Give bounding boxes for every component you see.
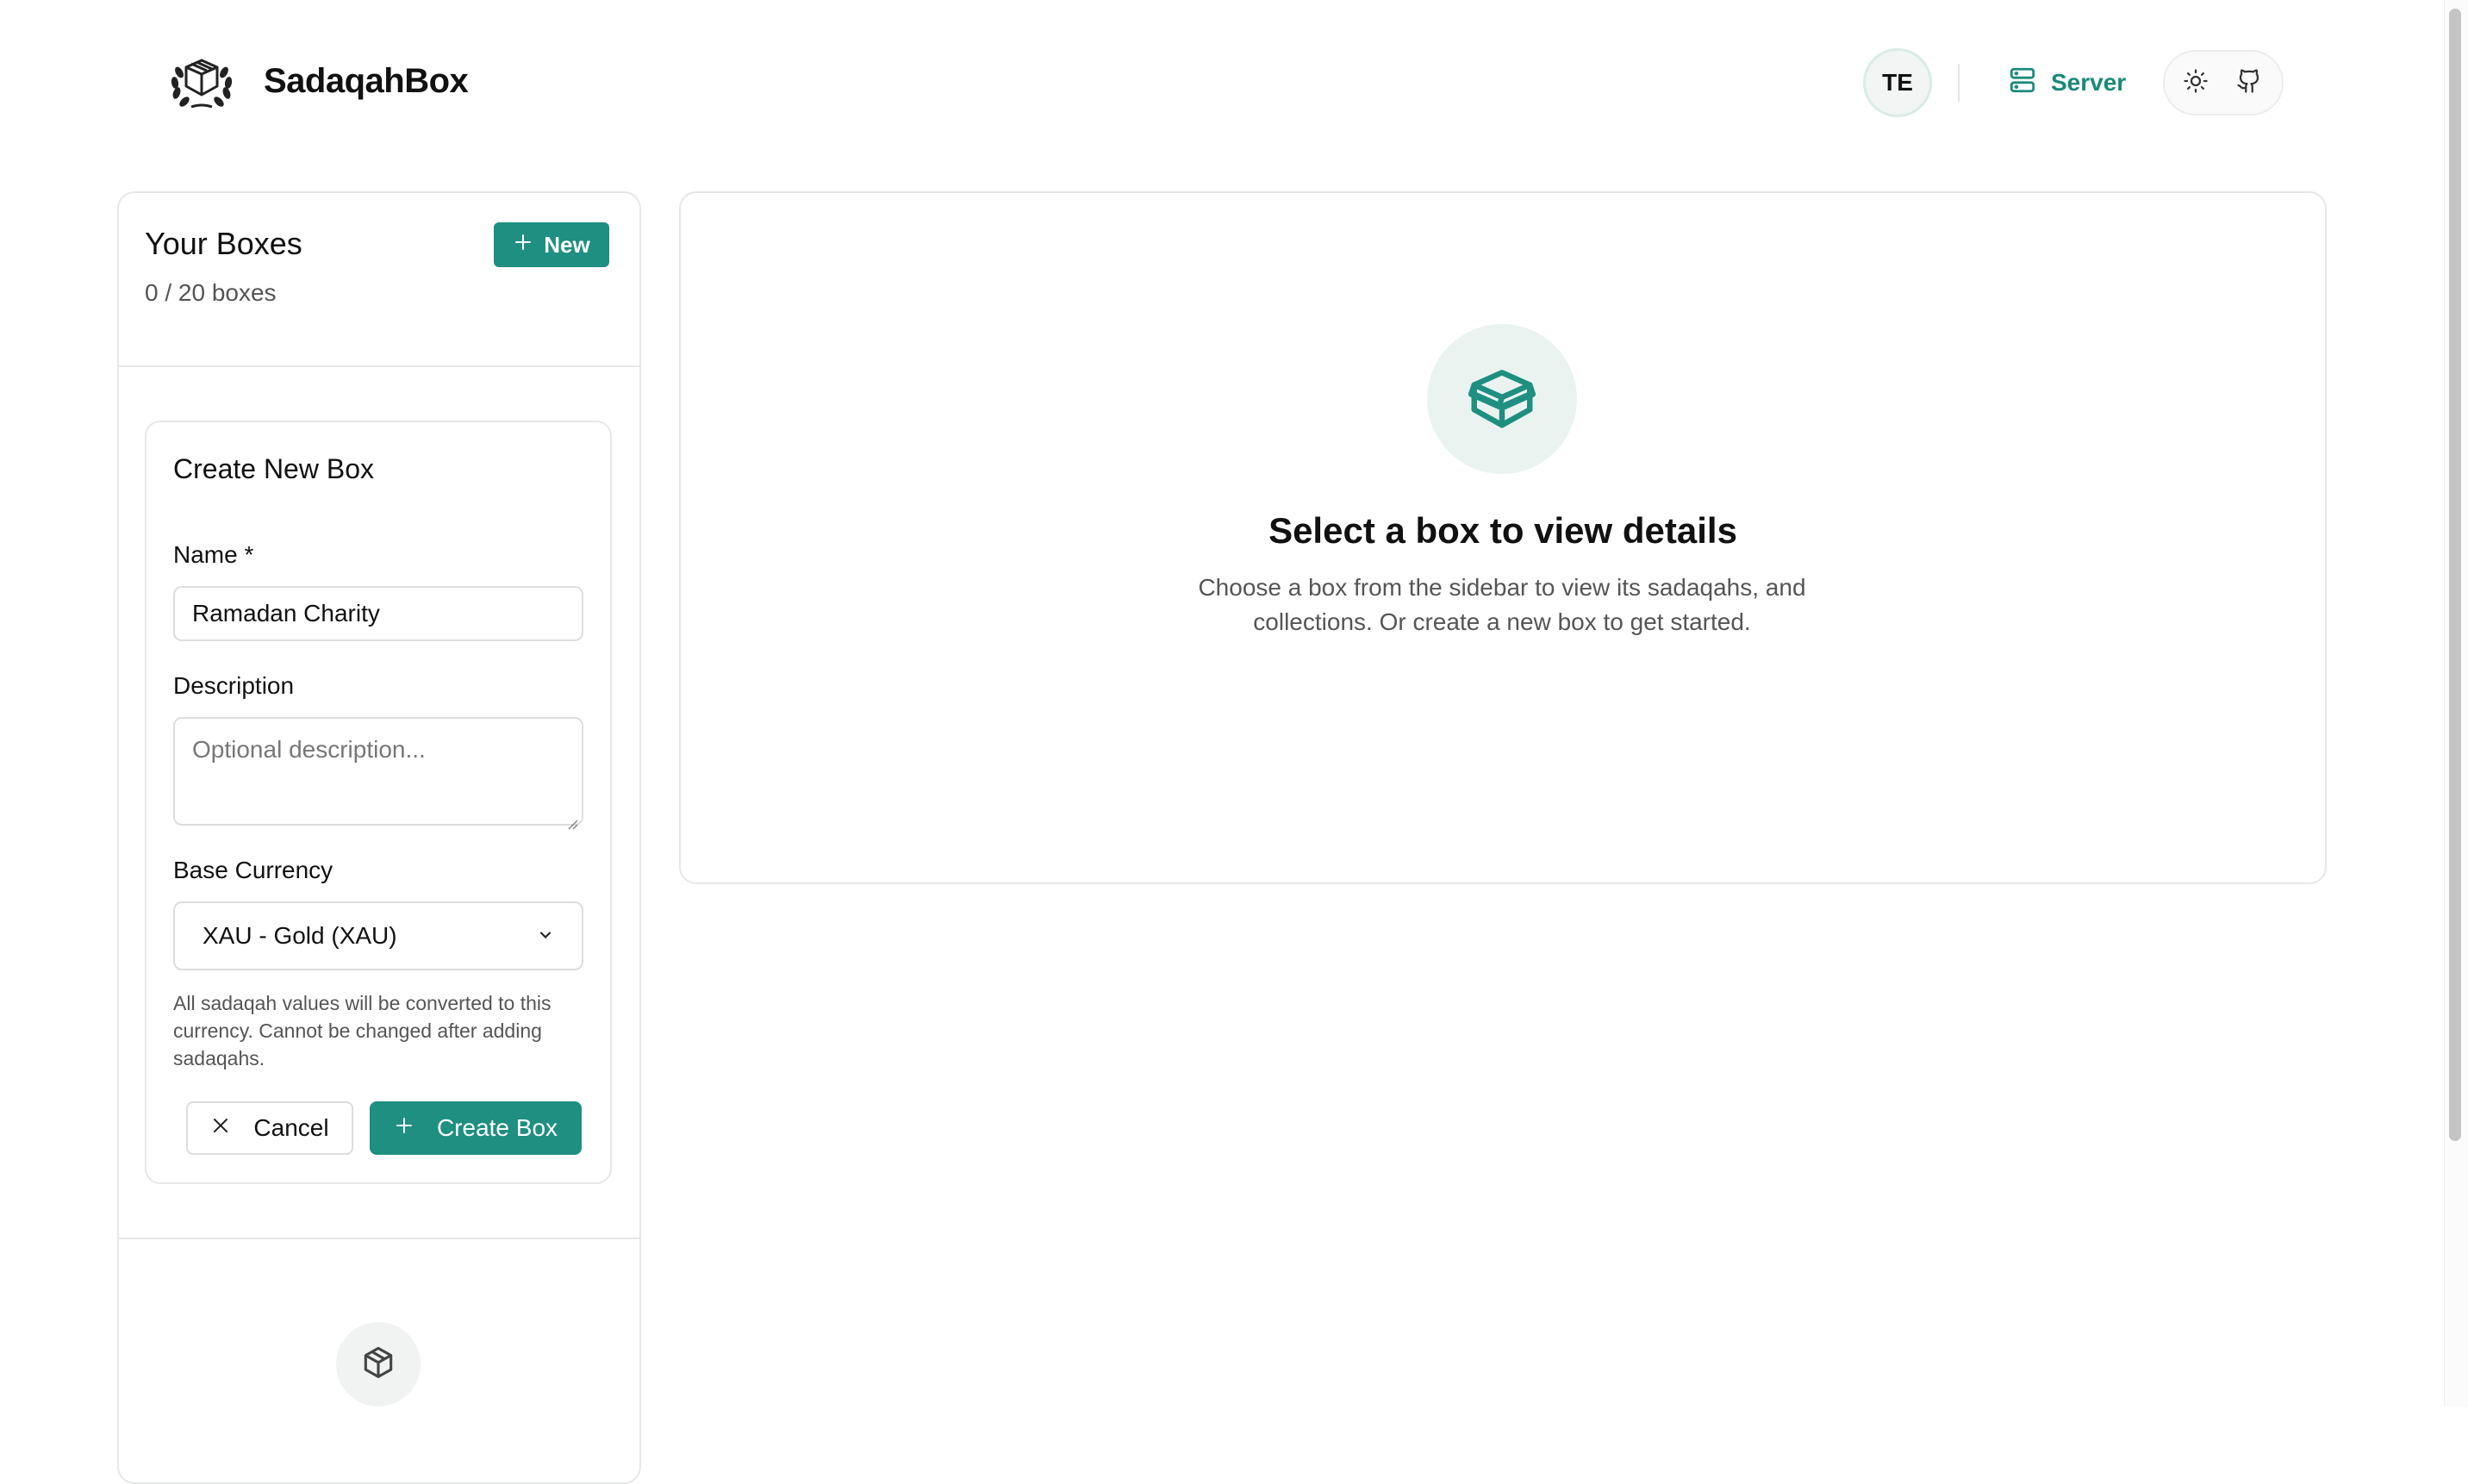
- cancel-label: Cancel: [253, 1114, 329, 1141]
- box-count: 0 / 20 boxes: [145, 279, 277, 306]
- currency-select[interactable]: XAU - Gold (XAU): [173, 901, 583, 970]
- empty-state-indicator: [1427, 324, 1577, 474]
- server-link[interactable]: Server: [2008, 65, 2126, 100]
- laurel-box-logo-icon: [165, 53, 238, 114]
- github-link[interactable]: [2232, 65, 2266, 100]
- user-avatar[interactable]: TE: [1863, 48, 1932, 117]
- currency-selected-value: XAU - Gold (XAU): [203, 922, 397, 949]
- sidebar-divider: [119, 1238, 639, 1239]
- scrollbar-thumb[interactable]: [2449, 9, 2461, 1141]
- description-placeholder: Optional description...: [192, 736, 426, 763]
- sidebar-divider: [119, 365, 639, 367]
- chevron-down-icon: [537, 922, 554, 950]
- sun-icon: [2183, 68, 2209, 98]
- empty-state-title: Select a box to view details: [1268, 510, 1737, 551]
- currency-label: Base Currency: [173, 857, 333, 883]
- currency-hint: All sadaqah values will be converted to …: [173, 992, 552, 1069]
- cancel-button[interactable]: Cancel: [186, 1101, 353, 1155]
- name-label: Name *: [173, 541, 254, 568]
- header-divider: [1958, 64, 1960, 102]
- name-input-value: Ramadan Charity: [192, 600, 380, 627]
- plus-icon: [394, 1114, 414, 1142]
- brand-name[interactable]: SadaqahBox: [264, 62, 469, 101]
- github-icon: [2236, 68, 2262, 98]
- server-label: Server: [2051, 69, 2127, 96]
- server-icon: [2008, 65, 2037, 101]
- create-box-label: Create Box: [436, 1114, 558, 1141]
- close-icon: [210, 1114, 231, 1142]
- theme-toggle-button[interactable]: [2178, 65, 2213, 100]
- name-input[interactable]: Ramadan Charity: [173, 586, 583, 641]
- empty-boxes-indicator: [336, 1322, 421, 1406]
- avatar-initials: TE: [1882, 69, 1913, 96]
- new-button-label: New: [544, 231, 590, 258]
- resize-handle-icon[interactable]: [566, 808, 578, 830]
- plus-icon: [513, 232, 533, 259]
- new-box-button[interactable]: New: [494, 222, 609, 267]
- box-icon: [1465, 360, 1539, 439]
- form-title: Create New Box: [173, 453, 374, 484]
- box-icon: [359, 1344, 397, 1386]
- sidebar-title: Your Boxes: [145, 226, 302, 261]
- empty-state-subtitle: Choose a box from the sidebar to view it…: [1198, 574, 1806, 635]
- create-box-button[interactable]: Create Box: [370, 1101, 582, 1155]
- description-textarea[interactable]: Optional description...: [173, 717, 583, 830]
- description-label: Description: [173, 672, 295, 699]
